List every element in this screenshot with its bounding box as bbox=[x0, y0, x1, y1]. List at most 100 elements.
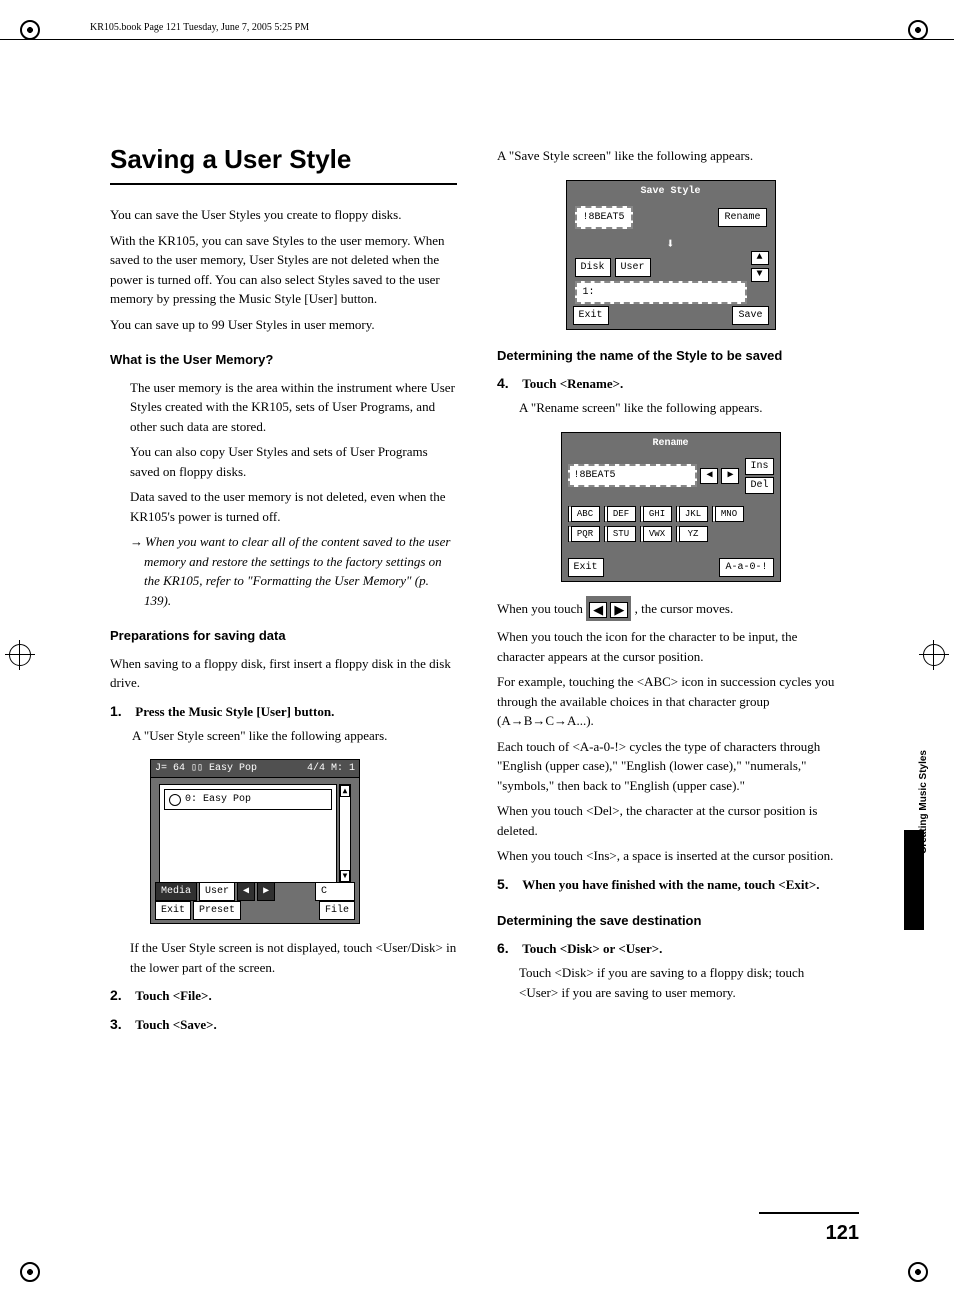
exit-button: Exit bbox=[568, 558, 604, 577]
crop-mark-icon bbox=[20, 20, 46, 46]
step-1: 1. Press the Music Style [User] button. … bbox=[110, 701, 457, 746]
ins-button: Ins bbox=[745, 458, 773, 475]
step-number: 6. bbox=[497, 938, 519, 959]
left-column: Saving a User Style You can save the Use… bbox=[110, 140, 457, 1043]
screen-row: Exit Preset File bbox=[155, 901, 355, 920]
rename-button: Rename bbox=[718, 208, 766, 227]
step-6: 6. Touch <Disk> or <User>. Touch <Disk> … bbox=[497, 938, 844, 1002]
crop-mark-icon bbox=[20, 1262, 46, 1288]
step-text: Touch <Disk> or <User>. bbox=[522, 941, 662, 956]
step-number: 4. bbox=[497, 373, 519, 394]
arrow-down-icon: ⬇ bbox=[567, 233, 775, 258]
registration-mark-icon bbox=[5, 640, 35, 670]
key-ghi: GHI bbox=[640, 506, 672, 522]
registration-mark-icon bbox=[919, 640, 949, 670]
scroll-down-icon: ▾ bbox=[340, 870, 350, 882]
exit-button: Exit bbox=[155, 901, 191, 920]
key-mno: MNO bbox=[712, 506, 744, 522]
para: A "Save Style screen" like the following… bbox=[497, 146, 844, 166]
para: When you touch <Del>, the character at t… bbox=[497, 801, 844, 840]
step-body: A "Rename screen" like the following app… bbox=[519, 398, 844, 418]
screen-row: !8BEAT5 ◀ ▶ Ins Del bbox=[562, 454, 780, 498]
keypad-row: ABC DEF GHI JKL MNO bbox=[568, 506, 774, 522]
step-text: Press the Music Style [User] button. bbox=[135, 704, 334, 719]
c-field: C bbox=[315, 882, 355, 901]
list-item-label: 0: Easy Pop bbox=[185, 792, 251, 807]
para: Data saved to the user memory is not del… bbox=[130, 487, 457, 526]
cross-reference: When you want to clear all of the conten… bbox=[130, 532, 457, 610]
screen-title: Rename bbox=[562, 433, 780, 454]
screen-title-bar: J= 64 ▯▯ Easy Pop 4/4 M: 1 bbox=[151, 760, 359, 778]
save-button: Save bbox=[732, 306, 768, 325]
key-def: DEF bbox=[604, 506, 636, 522]
del-button: Del bbox=[745, 477, 773, 494]
screen-row: Exit Save bbox=[573, 306, 769, 325]
para: With the KR105, you can save Styles to t… bbox=[110, 231, 457, 309]
para: Each touch of <A-a-0-!> cycles the type … bbox=[497, 737, 844, 796]
step-2: 2. Touch <File>. bbox=[110, 985, 457, 1006]
slot-field: 1: bbox=[575, 281, 747, 304]
cursor-right-icon: ▶ bbox=[610, 602, 628, 618]
screen-row: Exit A-a-0-! bbox=[568, 558, 774, 577]
crop-mark-icon bbox=[908, 20, 934, 46]
step-body: A "User Style screen" like the following… bbox=[132, 726, 457, 746]
char-mode-button: A-a-0-! bbox=[719, 558, 773, 577]
step-text: When you have finished with the name, to… bbox=[522, 877, 819, 892]
step-text: Touch <Rename>. bbox=[522, 376, 623, 391]
para: If the User Style screen is not displaye… bbox=[130, 938, 457, 977]
screen-row: Media User ◀ ▶ C bbox=[155, 882, 355, 901]
side-tab-marker bbox=[904, 830, 924, 930]
screen-row: !8BEAT5 Rename bbox=[567, 202, 775, 233]
screen-title: Save Style bbox=[567, 181, 775, 202]
figure-rename-screen: Rename !8BEAT5 ◀ ▶ Ins Del ABC DEF GHI bbox=[561, 432, 781, 582]
top-rule bbox=[0, 39, 954, 40]
heading-user-memory: What is the User Memory? bbox=[110, 350, 457, 370]
next-icon: ▶ bbox=[257, 882, 275, 901]
disc-icon bbox=[169, 794, 181, 806]
figure-user-style-screen: J= 64 ▯▯ Easy Pop 4/4 M: 1 0: Easy Pop ▴… bbox=[150, 759, 360, 924]
two-column-content: Saving a User Style You can save the Use… bbox=[60, 140, 894, 1043]
page-title: Saving a User Style bbox=[110, 140, 457, 185]
cursor-left-icon: ◀ bbox=[700, 468, 718, 484]
file-button: File bbox=[319, 901, 355, 920]
time-sig-info: 4/4 M: 1 bbox=[307, 760, 355, 777]
text-prefix: When you touch bbox=[497, 601, 586, 616]
slot-arrows: ▲ ▼ bbox=[751, 251, 769, 282]
para: You can save the User Styles you create … bbox=[110, 205, 457, 225]
disk-button: Disk bbox=[575, 258, 611, 277]
cursor-left-icon: ◀ bbox=[589, 602, 607, 618]
inline-cursor-buttons: ◀ ▶ bbox=[586, 596, 631, 622]
step-number: 2. bbox=[110, 985, 132, 1006]
heading-destination: Determining the save destination bbox=[497, 911, 844, 931]
text-suffix: , the cursor moves. bbox=[635, 601, 734, 616]
para: When saving to a floppy disk, first inse… bbox=[110, 654, 457, 693]
para: You can save up to 99 User Styles in use… bbox=[110, 315, 457, 335]
step-4: 4. Touch <Rename>. A "Rename screen" lik… bbox=[497, 373, 844, 418]
heading-preparations: Preparations for saving data bbox=[110, 626, 457, 646]
step-number: 5. bbox=[497, 874, 519, 895]
header-meta: KR105.book Page 121 Tuesday, June 7, 200… bbox=[90, 20, 894, 35]
exit-button: Exit bbox=[573, 306, 609, 325]
scroll-up-icon: ▴ bbox=[340, 785, 350, 797]
right-column: A "Save Style screen" like the following… bbox=[497, 140, 844, 1043]
key-pqr: PQR bbox=[568, 526, 600, 542]
preset-button: Preset bbox=[193, 901, 241, 920]
keypad: ABC DEF GHI JKL MNO PQR STU VWX YZ bbox=[562, 498, 780, 550]
step-text: Touch <File>. bbox=[135, 988, 211, 1003]
key-yz: YZ bbox=[676, 526, 708, 542]
media-button: Media bbox=[155, 882, 197, 901]
key-stu: STU bbox=[604, 526, 636, 542]
tempo-info: J= 64 ▯▯ Easy Pop bbox=[155, 760, 257, 777]
para-cursor: When you touch ◀ ▶ , the cursor moves. bbox=[497, 596, 844, 622]
step-number: 3. bbox=[110, 1014, 132, 1035]
para: When you touch the icon for the characte… bbox=[497, 627, 844, 666]
para: When you touch <Ins>, a space is inserte… bbox=[497, 846, 844, 866]
user-button: User bbox=[199, 882, 235, 901]
user-button: User bbox=[615, 258, 651, 277]
key-jkl: JKL bbox=[676, 506, 708, 522]
name-field: !8BEAT5 bbox=[568, 464, 698, 487]
cursor-right-icon: ▶ bbox=[721, 468, 739, 484]
screen-list-area: 0: Easy Pop bbox=[159, 784, 337, 883]
arrow-down-icon: ▼ bbox=[751, 268, 769, 282]
key-vwx: VWX bbox=[640, 526, 672, 542]
